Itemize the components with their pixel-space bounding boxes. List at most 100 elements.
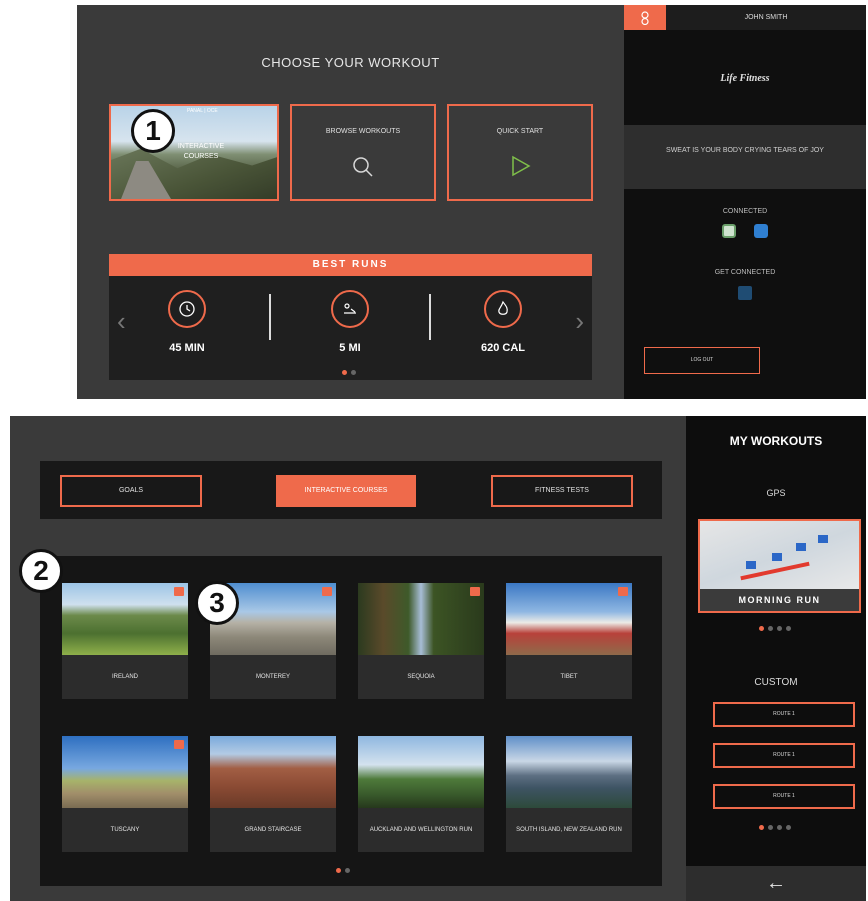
course-thumbnail [506,736,632,808]
course-card[interactable]: SEQUOIA [358,583,484,699]
course-card[interactable]: SOUTH ISLAND, NEW ZEALAND RUN [506,736,632,852]
browse-workouts-card[interactable]: BROWSE WORKOUTS [290,104,436,201]
course-tag-icon [174,740,184,749]
gps-workout-card[interactable]: MORNING RUN [698,519,861,613]
course-name: MONTEREY [210,655,336,699]
divider [269,294,271,340]
courses-grid: IRELAND MONTEREY SEQUOIA TIBET TUSCANY G… [40,556,662,886]
best-run-calories[interactable]: 620 CAL [453,290,553,354]
connected-apps [722,224,768,238]
custom-route-button[interactable]: ROUTE 1 [713,702,855,727]
page-dot[interactable] [351,370,356,375]
quick-start-label: QUICK START [496,128,544,135]
chevron-left-icon[interactable]: ‹ [117,306,126,337]
pagination-dots[interactable] [759,626,791,631]
stat-value: 45 MIN [169,342,205,354]
page-dot-active[interactable] [336,868,341,873]
user-name[interactable]: JOHN SMITH [666,5,866,30]
card-top-label: PANAL | OCE [187,108,218,114]
quick-start-card[interactable]: QUICK START [447,104,593,201]
best-run-distance[interactable]: 5 MI [300,290,400,354]
interactive-courses-screen: GOALS INTERACTIVE COURSES FITNESS TESTS … [10,416,866,901]
course-name: SOUTH ISLAND, NEW ZEALAND RUN [506,808,632,852]
page-dot[interactable] [768,825,773,830]
course-thumbnail [62,736,188,808]
logout-button[interactable]: LOG OUT [644,347,760,374]
connected-app-icon[interactable] [722,224,736,238]
connected-app-icon[interactable] [754,224,768,238]
connected-label: CONNECTED [722,208,768,215]
page-dot[interactable] [786,825,791,830]
play-icon [508,154,532,183]
runner-icon [331,290,369,328]
pagination-dots[interactable] [336,868,350,873]
map-pin-icon [772,553,782,561]
best-runs-panel: ‹ › 45 MIN 5 MI 620 CAL [109,276,592,380]
course-thumbnail [358,583,484,655]
pagination-dots[interactable] [342,370,356,375]
browse-workouts-label: BROWSE WORKOUTS [325,128,401,135]
stat-value: 620 CAL [480,342,526,354]
page-dot-active[interactable] [759,825,764,830]
map-pin-icon [818,535,828,543]
tagline: SWEAT IS YOUR BODY CRYING TEARS OF JOY [624,125,866,189]
course-tag-icon [470,587,480,596]
course-tag-icon [174,587,184,596]
page-dot-active[interactable] [759,626,764,631]
page-dot[interactable] [768,626,773,631]
course-card[interactable]: AUCKLAND AND WELLINGTON RUN [358,736,484,852]
callout-badge-1: 1 [131,109,175,153]
map-pin-icon [796,543,806,551]
tab-fitness-tests[interactable]: FITNESS TESTS [491,475,633,507]
my-workouts-title: MY WORKOUTS [729,434,823,448]
course-thumbnail [210,736,336,808]
tab-interactive-courses[interactable]: INTERACTIVE COURSES [276,475,416,507]
choose-workout-screen: CHOOSE YOUR WORKOUT PANAL | OCE INTERACT… [77,5,866,399]
course-card[interactable]: TUSCANY [62,736,188,852]
course-card[interactable]: GRAND STAIRCASE [210,736,336,852]
flame-icon [484,290,522,328]
page-dot[interactable] [786,626,791,631]
clock-icon [168,290,206,328]
course-card[interactable]: IRELAND [62,583,188,699]
interactive-courses-label: INTERACTIVE COURSES [177,143,225,160]
gps-workout-name: MORNING RUN [700,589,859,611]
course-name: SEQUOIA [358,655,484,699]
course-card[interactable]: TIBET [506,583,632,699]
course-thumbnail [506,583,632,655]
get-connected-label: GET CONNECTED [714,269,776,276]
page-title: CHOOSE YOUR WORKOUT [261,55,440,70]
page-dot[interactable] [345,868,350,873]
course-tag-icon [618,587,628,596]
stat-value: 5 MI [339,342,361,354]
custom-route-button[interactable]: ROUTE 1 [713,784,855,809]
custom-label: CUSTOM [754,677,798,688]
course-name: AUCKLAND AND WELLINGTON RUN [358,808,484,852]
course-name: IRELAND [62,655,188,699]
tab-goals[interactable]: GOALS [60,475,202,507]
my-workouts-sidebar: MY WORKOUTS GPS MORNING RUN CUSTOM ROUTE… [686,416,866,901]
page-dot[interactable] [777,825,782,830]
divider [429,294,431,340]
page-dot[interactable] [777,626,782,631]
user-sidebar: JOHN SMITH Life Fitness SWEAT IS YOUR BO… [624,5,866,399]
callout-badge-2: 2 [19,549,63,593]
search-icon [350,154,376,185]
user-icon[interactable] [624,5,666,30]
best-runs-header: BEST RUNS [109,254,592,276]
brand-logo: Life Fitness [720,73,770,84]
gps-label: GPS [766,488,786,498]
best-run-time[interactable]: 45 MIN [137,290,237,354]
page-dot-active[interactable] [342,370,347,375]
course-tag-icon [322,587,332,596]
course-thumbnail [62,583,188,655]
arrow-left-icon[interactable]: ← [686,866,866,901]
callout-badge-3: 3 [195,581,239,625]
get-connected-app-icon[interactable] [738,286,752,300]
map-pin-icon [746,561,756,569]
course-thumbnail [358,736,484,808]
course-name: TUSCANY [62,808,188,852]
chevron-right-icon[interactable]: › [575,306,584,337]
pagination-dots[interactable] [759,825,791,830]
custom-route-button[interactable]: ROUTE 1 [713,743,855,768]
